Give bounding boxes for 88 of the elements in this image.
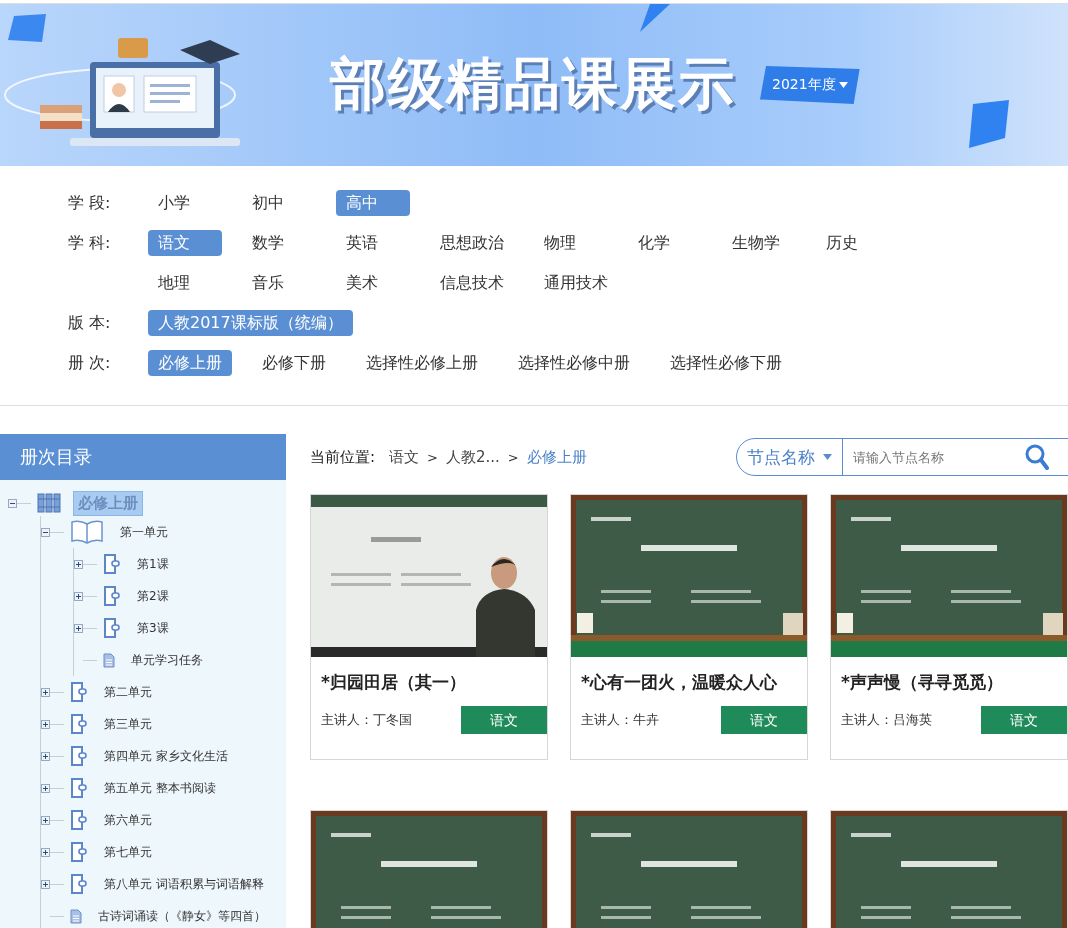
filter-option[interactable]: 数学 (242, 230, 316, 256)
lecturer-name: 主讲人：吕海英 (840, 711, 932, 729)
tree-item[interactable]: 第八单元 词语积累与词语解释 (100, 873, 268, 895)
expand-toggle[interactable] (41, 879, 50, 889)
document-icon (103, 618, 121, 638)
course-title: *心有一团火，温暖众人心 (580, 671, 778, 694)
filter-label: 学 科: (68, 232, 112, 254)
subject-tag: 语文 (721, 706, 807, 734)
tree-item[interactable]: 单元学习任务 (127, 649, 207, 671)
subject-tag: 语文 (461, 706, 547, 734)
document-icon (70, 842, 88, 862)
expand-toggle[interactable] (41, 815, 50, 825)
filter-option[interactable]: 初中 (242, 190, 316, 216)
filter-option[interactable]: 小学 (148, 190, 222, 216)
breadcrumb-separator: > (507, 449, 519, 465)
filter-option[interactable]: 生物学 (722, 230, 796, 256)
tree-item[interactable]: 第3课 (133, 617, 173, 639)
course-title: *归园田居（其一） (320, 671, 467, 694)
filter-option[interactable]: 英语 (336, 230, 410, 256)
caret-icon (823, 454, 832, 460)
document-icon (103, 554, 121, 574)
banner-title: 部级精品课展示 (330, 50, 736, 118)
open-book-icon (70, 520, 104, 544)
collapse-toggle[interactable] (41, 527, 50, 537)
filter-label: 版 本: (68, 312, 112, 334)
breadcrumb-separator: > (427, 449, 438, 465)
expand-toggle[interactable] (41, 847, 50, 857)
course-title: *声声慢（寻寻觅觅） (840, 671, 1004, 694)
course-card[interactable]: *声声慢（寻寻觅觅） 主讲人：吕海英 语文 (830, 494, 1068, 760)
lecturer-name: 主讲人：牛卉 (580, 711, 659, 729)
breadcrumb-link[interactable]: 语文 (389, 447, 420, 467)
expand-toggle[interactable] (41, 751, 50, 761)
collapse-toggle[interactable] (8, 498, 17, 508)
tree-item[interactable]: 第三单元 (100, 713, 156, 735)
filter-option[interactable]: 美术 (336, 270, 410, 296)
filter-option[interactable]: 信息技术 (430, 270, 514, 296)
search-button[interactable] (1025, 444, 1049, 470)
search-field[interactable]: 请输入节点名称 (843, 448, 1025, 466)
filter-option[interactable]: 地理 (148, 270, 222, 296)
tree-item[interactable]: 第二单元 (100, 681, 156, 703)
breadcrumb-link[interactable]: 必修上册 (526, 447, 587, 467)
filter-option[interactable]: 历史 (816, 230, 890, 256)
filter-label: 学 段: (68, 192, 112, 214)
scope-dropdown[interactable]: 节点名称 (737, 439, 843, 475)
tree-item[interactable]: 第1课 (133, 553, 173, 575)
expand-toggle[interactable] (41, 719, 50, 729)
filter-option[interactable]: 音乐 (242, 270, 316, 296)
filter-option[interactable]: 选择性必修下册 (660, 350, 792, 376)
caret-icon (838, 82, 848, 88)
filter-option[interactable]: 通用技术 (534, 270, 618, 296)
expand-toggle[interactable] (41, 783, 50, 793)
document-icon (70, 810, 88, 830)
tree-item[interactable]: 第五单元 整本书阅读 (100, 777, 220, 799)
tree-item[interactable]: 古诗词诵读（《静女》等四首） (94, 905, 270, 927)
document-icon (70, 778, 88, 798)
tree-item[interactable]: 第六单元 (100, 809, 156, 831)
document-icon (70, 682, 88, 702)
filter-option[interactable]: 思想政治 (430, 230, 514, 256)
breadcrumb-label: 当前位置: (310, 447, 376, 467)
expand-toggle[interactable] (74, 591, 83, 601)
books-icon (37, 493, 61, 513)
search-icon (1025, 444, 1049, 470)
expand-toggle[interactable] (74, 559, 83, 569)
filter-option[interactable]: 化学 (628, 230, 702, 256)
year-dropdown[interactable]: 2021年度 (760, 66, 860, 104)
tree-item[interactable]: 第一单元 (116, 521, 172, 543)
expand-toggle[interactable] (74, 623, 83, 633)
file-icon (70, 908, 82, 924)
document-icon (103, 586, 121, 606)
lecturer-name: 主讲人：丁冬国 (320, 711, 412, 729)
tree-item[interactable]: 第2课 (133, 585, 173, 607)
document-icon (70, 746, 88, 766)
subject-tag: 语文 (981, 706, 1067, 734)
filter-option[interactable]: 必修下册 (252, 350, 336, 376)
sidebar-title: 册次目录 (0, 434, 286, 480)
filter-option[interactable]: 物理 (534, 230, 608, 256)
tree-item[interactable]: 第四单元 家乡文化生活 (100, 745, 232, 767)
filter-option[interactable]: 选择性必修中册 (508, 350, 640, 376)
filter-option[interactable]: 选择性必修上册 (356, 350, 488, 376)
breadcrumb-link[interactable]: 人教2... (445, 447, 500, 467)
file-icon (103, 652, 115, 668)
course-card[interactable]: *心有一团火，温暖众人心 主讲人：牛卉 语文 (570, 494, 808, 760)
filter-label: 册 次: (68, 352, 112, 374)
document-icon (70, 714, 88, 734)
tree-item[interactable]: 第七单元 (100, 841, 156, 863)
course-card[interactable]: *归园田居（其一） 主讲人：丁冬国 语文 (310, 494, 548, 760)
document-icon (70, 874, 88, 894)
expand-toggle[interactable] (41, 687, 50, 697)
